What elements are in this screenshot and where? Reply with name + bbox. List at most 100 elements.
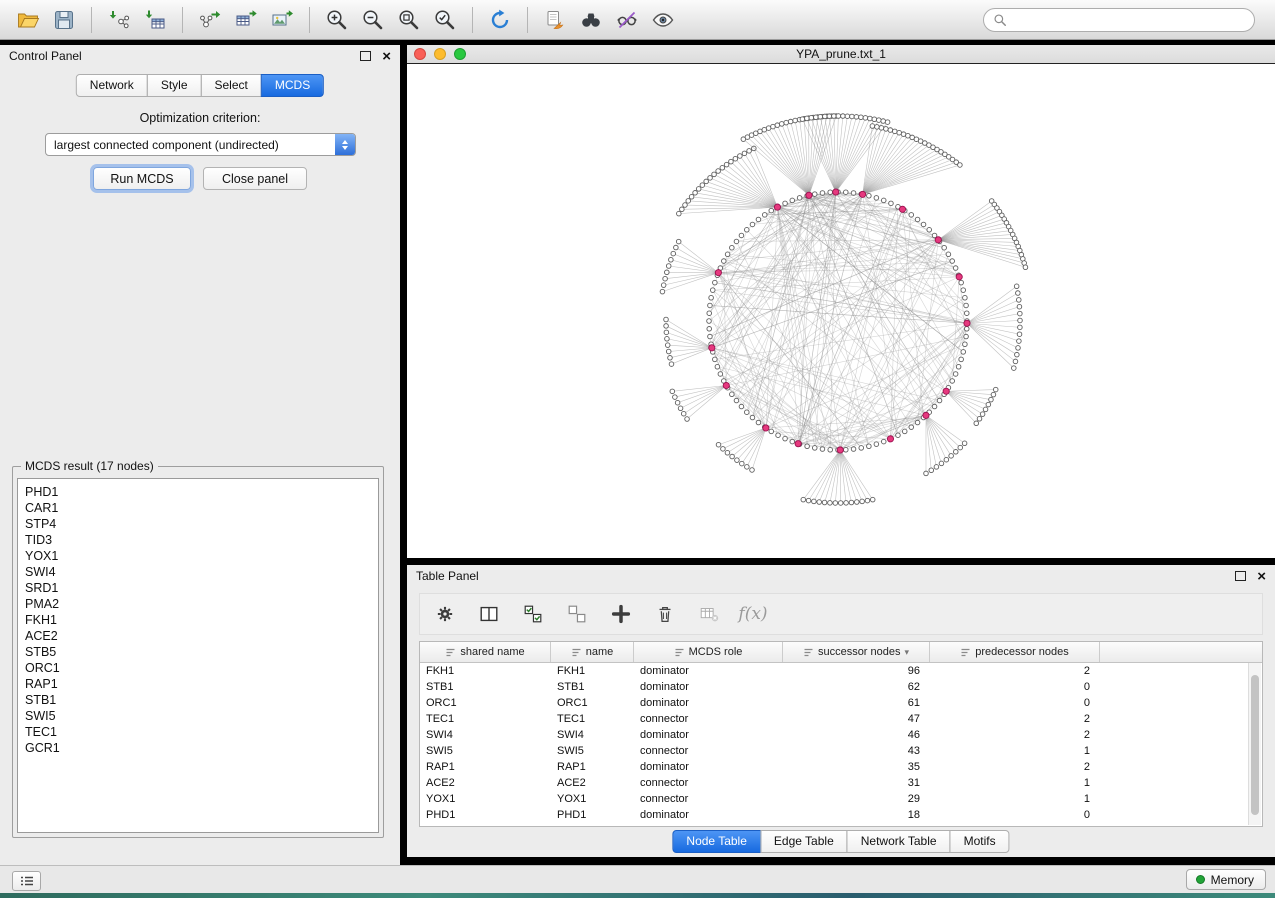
mcds-result-item[interactable]: TEC1 — [25, 724, 378, 740]
delete-table-button[interactable] — [696, 601, 722, 627]
tab-style[interactable]: Style — [147, 74, 202, 97]
float-panel-icon[interactable] — [360, 51, 371, 61]
mcds-result-item[interactable]: STP4 — [25, 516, 378, 532]
control-panel-header: Control Panel × — [0, 45, 400, 67]
mcds-result-item[interactable]: PMA2 — [25, 596, 378, 612]
save-button[interactable] — [46, 5, 82, 35]
table-row[interactable]: TEC1TEC1connector472 — [420, 711, 1262, 727]
search-field[interactable] — [983, 8, 1255, 32]
run-mcds-button[interactable]: Run MCDS — [93, 167, 191, 190]
zoom-fit-icon — [397, 8, 421, 32]
open-file-button[interactable] — [10, 5, 46, 35]
zoom-fit-button[interactable] — [391, 5, 427, 35]
task-history-button[interactable] — [12, 871, 41, 891]
mcds-result-item[interactable]: YOX1 — [25, 548, 378, 564]
table-row[interactable]: RAP1RAP1dominator352 — [420, 759, 1262, 775]
unselect-all-button[interactable] — [564, 601, 590, 627]
mcds-result-item[interactable]: STB1 — [25, 692, 378, 708]
table-header-row: shared namenameMCDS rolesuccessor nodes▾… — [420, 642, 1262, 663]
tab-node-table[interactable]: Node Table — [672, 830, 761, 853]
import-table-button[interactable] — [137, 5, 173, 35]
table-row[interactable]: ORC1ORC1dominator610 — [420, 695, 1262, 711]
mcds-result-item[interactable]: FKH1 — [25, 612, 378, 628]
mcds-result-item[interactable]: ORC1 — [25, 660, 378, 676]
tab-network-table[interactable]: Network Table — [847, 830, 951, 853]
status-bar: Memory — [0, 865, 1275, 893]
table-row[interactable]: YOX1YOX1connector291 — [420, 791, 1262, 807]
criterion-dropdown[interactable]: largest connected component (undirected) — [45, 133, 356, 156]
tab-select[interactable]: Select — [201, 74, 262, 97]
table-body: FKH1FKH1dominator962STB1STB1dominator620… — [420, 663, 1262, 823]
close-panel-button[interactable]: Close panel — [203, 167, 307, 190]
open-file-icon — [16, 8, 40, 32]
memory-label: Memory — [1211, 873, 1254, 887]
close-table-panel-icon[interactable]: × — [1257, 569, 1266, 584]
show-eye-button[interactable] — [645, 5, 681, 35]
mcds-result-item[interactable]: CAR1 — [25, 500, 378, 516]
mcds-result-item[interactable]: STB5 — [25, 644, 378, 660]
table-row[interactable]: STB1STB1dominator620 — [420, 679, 1262, 695]
hide-glasses-button[interactable] — [609, 5, 645, 35]
zoom-selected-icon — [433, 8, 457, 32]
mcds-result-item[interactable]: ACE2 — [25, 628, 378, 644]
select-all-button[interactable] — [520, 601, 546, 627]
export-network-button[interactable] — [192, 5, 228, 35]
add-column-button[interactable] — [608, 601, 634, 627]
import-network-icon — [107, 8, 131, 32]
table-scrollbar[interactable] — [1248, 663, 1261, 825]
fx-icon: f(x) — [738, 604, 767, 624]
control-panel: Control Panel × Network Style Select MCD… — [0, 45, 400, 865]
scrollbar-thumb[interactable] — [1251, 675, 1259, 815]
fx-button[interactable]: f(x) — [740, 601, 766, 627]
mcds-result-item[interactable]: SWI4 — [25, 564, 378, 580]
search-network-button[interactable] — [573, 5, 609, 35]
mcds-result-item[interactable]: TID3 — [25, 532, 378, 548]
mcds-result-title: MCDS result (17 nodes) — [21, 459, 158, 473]
search-input[interactable] — [1013, 12, 1245, 28]
mcds-result-list[interactable]: PHD1CAR1STP4TID3YOX1SWI4SRD1PMA2FKH1ACE2… — [17, 478, 379, 833]
tab-mcds[interactable]: MCDS — [261, 74, 324, 97]
node-table: shared namenameMCDS rolesuccessor nodes▾… — [419, 641, 1263, 827]
gear-button[interactable] — [432, 601, 458, 627]
table-row[interactable]: SWI4SWI4dominator462 — [420, 727, 1262, 743]
table-row[interactable]: SWI5SWI5connector431 — [420, 743, 1262, 759]
mcds-result-item[interactable]: GCR1 — [25, 740, 378, 756]
tab-edge-table[interactable]: Edge Table — [760, 830, 848, 853]
toolbar-separator — [91, 7, 92, 33]
export-image-button[interactable] — [264, 5, 300, 35]
zoom-out-button[interactable] — [355, 5, 391, 35]
column-header[interactable]: successor nodes▾ — [783, 642, 930, 662]
save-icon — [52, 8, 76, 32]
mcds-result-item[interactable]: SWI5 — [25, 708, 378, 724]
table-row[interactable]: FKH1FKH1dominator962 — [420, 663, 1262, 679]
copy-document-button[interactable] — [537, 5, 573, 35]
column-header[interactable]: predecessor nodes — [930, 642, 1100, 662]
column-header[interactable]: shared name — [420, 642, 551, 662]
table-row[interactable]: PHD1PHD1dominator180 — [420, 807, 1262, 823]
table-row[interactable]: ACE2ACE2connector311 — [420, 775, 1262, 791]
float-table-panel-icon[interactable] — [1235, 571, 1246, 581]
toolbar-separator — [182, 7, 183, 33]
zoom-selected-button[interactable] — [427, 5, 463, 35]
optimization-criterion-label: Optimization criterion: — [0, 111, 400, 125]
desktop-wallpaper-strip — [0, 893, 1275, 898]
mcds-result-item[interactable]: SRD1 — [25, 580, 378, 596]
import-network-button[interactable] — [101, 5, 137, 35]
export-table-icon — [234, 8, 258, 32]
tab-network[interactable]: Network — [76, 74, 148, 97]
memory-button[interactable]: Memory — [1186, 869, 1266, 890]
close-panel-icon[interactable]: × — [382, 49, 391, 64]
export-table-button[interactable] — [228, 5, 264, 35]
trash-button[interactable] — [652, 601, 678, 627]
criterion-value: largest connected component (undirected) — [46, 138, 335, 152]
tab-motifs[interactable]: Motifs — [950, 830, 1010, 853]
columns-button[interactable] — [476, 601, 502, 627]
refresh-button[interactable] — [482, 5, 518, 35]
mcds-result-item[interactable]: RAP1 — [25, 676, 378, 692]
mcds-result-item[interactable]: PHD1 — [25, 484, 378, 500]
zoom-in-button[interactable] — [319, 5, 355, 35]
column-header[interactable]: MCDS role — [634, 642, 783, 662]
network-canvas[interactable] — [407, 64, 1275, 558]
table-toolbar-icons: f(x) — [419, 593, 1263, 635]
column-header[interactable]: name — [551, 642, 634, 662]
